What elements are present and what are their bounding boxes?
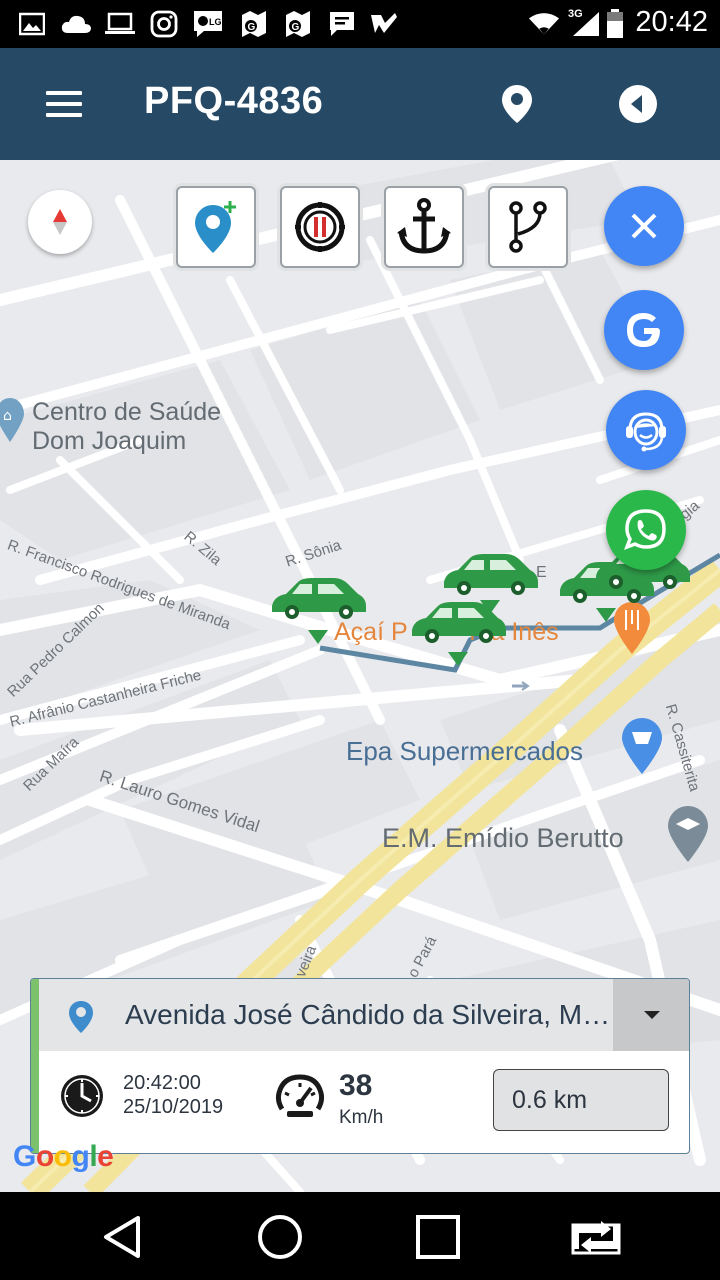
clock-time: 20:42 [635, 6, 708, 38]
chevron-down-icon [644, 1011, 660, 1019]
recents-icon[interactable] [408, 1210, 468, 1264]
back-arrow-icon [619, 85, 657, 123]
poi-marker-supermarket [622, 718, 662, 774]
lg-message-icon: LG [192, 8, 224, 40]
pause-circle-icon [295, 202, 345, 252]
google-fab[interactable] [604, 290, 684, 370]
back-icon[interactable] [92, 1210, 152, 1264]
route-fork-icon [509, 201, 547, 253]
support-agent-icon [626, 412, 666, 452]
location-button[interactable] [490, 76, 544, 132]
pin-plus-icon [195, 201, 236, 253]
poi-label-health-center: Centro de Saúde Dom Joaquim [32, 398, 222, 455]
whatsapp-icon [624, 509, 666, 550]
speed-unit: Km/h [339, 1107, 384, 1128]
status-bar: LG G G 3G 20:42 [0, 0, 720, 48]
instagram-icon [148, 8, 180, 40]
svg-text:LG: LG [209, 17, 222, 27]
timestamp: 20:42:00 25/10/2019 [123, 1071, 223, 1119]
message-icon [326, 8, 358, 40]
google-attribution: Google [13, 1140, 114, 1173]
poi-label-supermarket: Epa Supermercados [346, 736, 584, 766]
check-app-icon [368, 8, 400, 40]
laptop-icon [104, 8, 136, 40]
compass-icon [53, 209, 67, 235]
time-value: 20:42:00 [123, 1072, 201, 1094]
status-stripe [31, 979, 39, 1153]
close-fab[interactable] [604, 186, 684, 266]
vehicle-marker[interactable] [440, 548, 540, 628]
map-view[interactable]: ⌂ Centro de Saúde Dom Joaquim Açaí Pnta … [0, 160, 720, 1192]
image-icon [16, 8, 48, 40]
anchor-icon [397, 198, 451, 254]
svg-text:G: G [292, 22, 300, 33]
date-value: 25/10/2019 [123, 1096, 224, 1118]
close-icon [631, 213, 657, 239]
location-pin-icon [502, 85, 532, 123]
page-title: PFQ-4836 [144, 80, 324, 122]
svg-text:⌂: ⌂ [3, 408, 12, 424]
stop-tool[interactable] [280, 186, 360, 268]
signal-icon [570, 8, 602, 40]
menu-icon [46, 91, 82, 95]
compass-button[interactable] [28, 190, 92, 254]
vehicle-info-card: Avenida José Cândido da Silveira, Mo... … [30, 978, 690, 1154]
add-point-tool[interactable] [176, 186, 256, 268]
address-row[interactable]: Avenida José Cândido da Silveira, Mo... [39, 979, 689, 1051]
speed-value: 38 [339, 1069, 373, 1102]
address-pin-icon [69, 1001, 93, 1033]
battery-icon [604, 8, 626, 40]
support-fab[interactable] [606, 390, 686, 470]
maps-g-icon: G [238, 8, 270, 40]
clock-icon [61, 1075, 103, 1117]
poi-label-school: E.M. Emídio Berutto [382, 823, 624, 853]
distance-value: 0.6 km [493, 1069, 669, 1131]
route-tool[interactable] [488, 186, 568, 268]
cloud-icon [60, 8, 92, 40]
vehicle-marker[interactable] [268, 572, 368, 652]
app-bar: PFQ-4836 [0, 48, 720, 160]
wifi-icon [528, 8, 560, 40]
address-text: Avenida José Cândido da Silveira, Mo... [125, 999, 611, 1030]
back-button[interactable] [612, 78, 664, 130]
maps-g-icon: G [282, 8, 314, 40]
svg-text:G: G [248, 22, 256, 33]
speedometer-icon [275, 1074, 325, 1117]
menu-button[interactable] [28, 78, 100, 130]
google-g-icon [627, 313, 660, 347]
anchor-tool[interactable] [384, 186, 464, 268]
address-dropdown-button[interactable] [613, 979, 689, 1051]
rotate-icon[interactable] [566, 1210, 626, 1264]
home-icon[interactable] [250, 1210, 310, 1264]
system-nav-bar [0, 1192, 720, 1280]
whatsapp-fab[interactable] [606, 490, 686, 570]
